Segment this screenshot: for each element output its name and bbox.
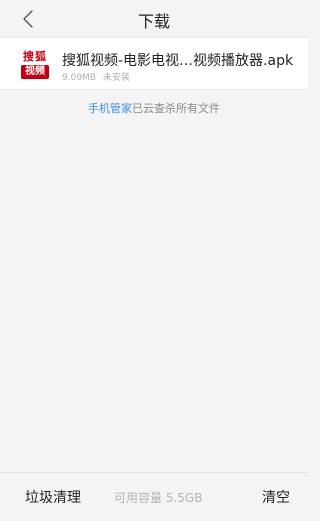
sohu-video-app-icon: 搜狐 视频 bbox=[21, 50, 49, 80]
header-bar: 下载 bbox=[0, 0, 308, 36]
available-capacity: 可用容量 5.5GB bbox=[114, 491, 203, 505]
logo-top-text: 搜狐 bbox=[23, 50, 47, 63]
scan-note-text: 已云查杀所有文件 bbox=[132, 102, 220, 115]
phone-manager-link[interactable]: 手机管家 bbox=[88, 102, 132, 115]
page-title: 下载 bbox=[137, 12, 170, 31]
bottom-toolbar: 垃圾清理 可用容量 5.5GB 清空 bbox=[0, 472, 308, 521]
clear-button[interactable]: 清空 bbox=[262, 487, 290, 507]
file-name: 搜狐视频-电影电视…视频播放器.apk bbox=[62, 53, 294, 69]
security-scan-note: 手机管家已云查杀所有文件 bbox=[0, 100, 308, 116]
logo-bottom-text: 视频 bbox=[21, 65, 49, 79]
file-size: 9.09MB bbox=[62, 73, 96, 83]
junk-clean-button[interactable]: 垃圾清理 bbox=[25, 487, 81, 507]
install-status: 未安装 bbox=[102, 73, 130, 83]
download-item[interactable]: 搜狐 视频 搜狐视频-电影电视…视频播放器.apk 9.09MB 未安装 bbox=[0, 37, 308, 90]
file-meta: 9.09MB 未安装 bbox=[62, 70, 134, 83]
